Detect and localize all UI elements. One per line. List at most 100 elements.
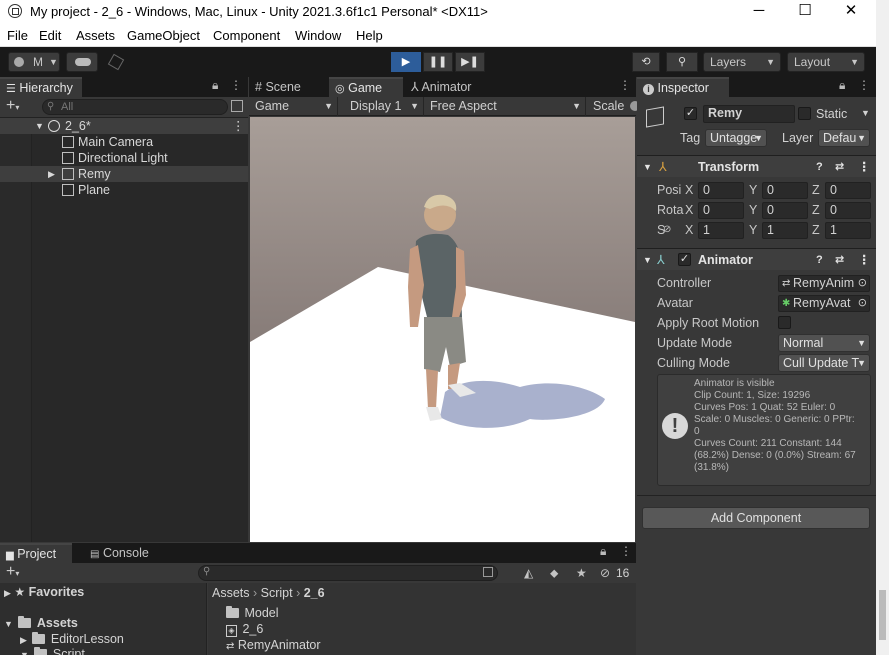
hierarchy-item-main-camera[interactable]: Main Camera: [0, 134, 248, 150]
tab-project[interactable]: ▆ Project: [0, 543, 72, 563]
more-options-icon[interactable]: ⋮: [858, 156, 871, 178]
tab-game[interactable]: ◎ Game: [329, 77, 403, 97]
layout-dropdown[interactable]: Layout ▼: [787, 52, 865, 72]
menu-window[interactable]: Window: [295, 28, 341, 43]
hierarchy-item-remy[interactable]: ▶ Remy: [0, 166, 248, 182]
hierarchy-search-input[interactable]: ⚲ All: [42, 99, 228, 115]
scale-slider[interactable]: Scale: [587, 97, 640, 116]
tab-inspector[interactable]: i Inspector: [637, 77, 729, 97]
breadcrumb-current[interactable]: 2_6: [304, 586, 325, 600]
apply-root-motion-checkbox[interactable]: [778, 316, 791, 329]
object-picker-icon[interactable]: ⊙: [858, 276, 867, 291]
menu-help[interactable]: Help: [356, 28, 383, 43]
rotation-z-field[interactable]: 0: [825, 202, 871, 219]
chevron-down-icon[interactable]: ▼: [861, 108, 870, 118]
more-options-icon[interactable]: ⋮: [858, 78, 870, 92]
object-name-field[interactable]: Remy: [703, 105, 795, 123]
tab-scene[interactable]: # Scene: [249, 77, 327, 97]
lock-icon[interactable]: 🔒︎: [600, 544, 606, 559]
scene-visibility-icon[interactable]: [231, 100, 243, 112]
breadcrumb-script[interactable]: Script: [261, 586, 293, 600]
active-checkbox[interactable]: ✓: [684, 107, 697, 120]
layers-dropdown[interactable]: Layers ▼: [703, 52, 781, 72]
more-options-icon[interactable]: ⋮: [232, 118, 245, 134]
step-button[interactable]: ▶❚: [455, 52, 485, 72]
filter-by-type-icon[interactable]: ◭: [524, 566, 533, 580]
menu-component[interactable]: Component: [213, 28, 280, 43]
tab-animator[interactable]: ⅄ Animator: [405, 77, 485, 97]
lock-icon[interactable]: 🔒︎: [839, 78, 845, 93]
constrain-proportions-icon[interactable]: ⊘: [663, 220, 671, 240]
scene-root-row[interactable]: ▼ 2_6* ⋮: [0, 118, 248, 134]
help-icon[interactable]: ?: [816, 156, 823, 178]
maximize-button[interactable]: ☐: [782, 0, 828, 24]
hidden-packages-icon[interactable]: ⊘: [600, 566, 610, 580]
menu-file[interactable]: File: [7, 28, 28, 43]
menu-assets[interactable]: Assets: [76, 28, 115, 43]
layer-dropdown[interactable]: Defau ▼: [818, 129, 870, 147]
collab-icon[interactable]: [107, 53, 125, 71]
tab-hierarchy[interactable]: ☰ Hierarchy: [0, 77, 82, 97]
close-button[interactable]: ✕: [828, 0, 874, 24]
tab-console[interactable]: ▤ Console: [84, 543, 158, 563]
account-dropdown[interactable]: M ▼: [8, 52, 60, 72]
game-mode-dropdown[interactable]: Game ▼: [249, 97, 338, 116]
file-item-animator[interactable]: ⇄ RemyAnimator: [226, 637, 321, 655]
more-options-icon[interactable]: ⋮: [230, 78, 242, 92]
project-search-input[interactable]: ⚲: [198, 565, 498, 581]
menu-gameobject[interactable]: GameObject: [127, 28, 200, 43]
search-by-type-icon[interactable]: [483, 567, 493, 577]
scale-z-field[interactable]: 1: [825, 222, 871, 239]
static-checkbox[interactable]: [798, 107, 811, 120]
more-options-icon[interactable]: ⋮: [619, 78, 631, 92]
help-icon[interactable]: ?: [816, 249, 823, 271]
rotation-x-field[interactable]: 0: [698, 202, 744, 219]
history-icon: ⟲: [641, 56, 651, 68]
culling-mode-dropdown[interactable]: Cull Update T ▼: [778, 354, 870, 372]
game-viewport[interactable]: [250, 117, 635, 542]
more-options-icon[interactable]: ⋮: [620, 544, 632, 558]
display-dropdown[interactable]: Display 1 ▼: [344, 97, 424, 116]
avatar-field[interactable]: ✱ RemyAvat ⊙: [778, 295, 870, 312]
lock-icon[interactable]: 🔒︎: [212, 78, 218, 93]
minimize-button[interactable]: ─: [736, 0, 782, 24]
scale-y-field[interactable]: 1: [762, 222, 808, 239]
rotation-y-field[interactable]: 0: [762, 202, 808, 219]
hierarchy-item-plane[interactable]: Plane: [0, 182, 248, 198]
position-x-field[interactable]: 0: [698, 182, 744, 199]
window-scrollbar[interactable]: [879, 590, 886, 640]
transform-header[interactable]: ▼ ⅄ Transform ? ⇄ ⋮: [637, 155, 876, 177]
add-component-button[interactable]: Add Component: [642, 507, 870, 529]
more-options-icon[interactable]: ⋮: [858, 249, 871, 271]
play-button[interactable]: ▶: [391, 52, 421, 72]
cloud-button[interactable]: [66, 52, 98, 72]
favorites-row[interactable]: ▶ ★ Favorites: [4, 584, 84, 601]
object-picker-icon[interactable]: ⊙: [858, 296, 867, 311]
search-button[interactable]: ⚲: [666, 52, 698, 72]
presets-icon[interactable]: ⇄: [835, 249, 844, 271]
history-button[interactable]: ⟲: [632, 52, 660, 72]
update-mode-dropdown[interactable]: Normal ▼: [778, 334, 870, 352]
position-y-field[interactable]: 0: [762, 182, 808, 199]
create-add-button[interactable]: +▾: [6, 563, 19, 581]
file-item-scene[interactable]: ◈ 2_6: [226, 621, 263, 637]
animator-enabled-checkbox[interactable]: ✓: [678, 253, 691, 266]
aspect-dropdown[interactable]: Free Aspect ▼: [424, 97, 586, 116]
controller-field[interactable]: ⇄ RemyAnim ⊙: [778, 275, 870, 292]
file-item-model[interactable]: Model: [226, 605, 279, 621]
assets-root-row[interactable]: ▼ Assets: [4, 615, 78, 632]
tag-dropdown[interactable]: Untagge ▼: [705, 129, 767, 147]
presets-icon[interactable]: ⇄: [835, 156, 844, 178]
favorite-star-icon[interactable]: ★: [576, 566, 587, 580]
hierarchy-item-directional-light[interactable]: Directional Light: [0, 150, 248, 166]
breadcrumb-assets[interactable]: Assets: [212, 586, 250, 600]
pause-button[interactable]: ❚❚: [423, 52, 453, 72]
menu-edit[interactable]: Edit: [39, 28, 61, 43]
tree-item-script[interactable]: ▼ Script: [20, 646, 85, 655]
filter-by-label-icon[interactable]: ⬥: [550, 566, 558, 580]
animator-icon: ⅄: [411, 80, 419, 94]
scale-x-field[interactable]: 1: [698, 222, 744, 239]
animator-header[interactable]: ▼ ⅄ ✓ Animator ? ⇄ ⋮: [637, 248, 876, 270]
create-add-button[interactable]: +▾: [6, 97, 19, 115]
position-z-field[interactable]: 0: [825, 182, 871, 199]
